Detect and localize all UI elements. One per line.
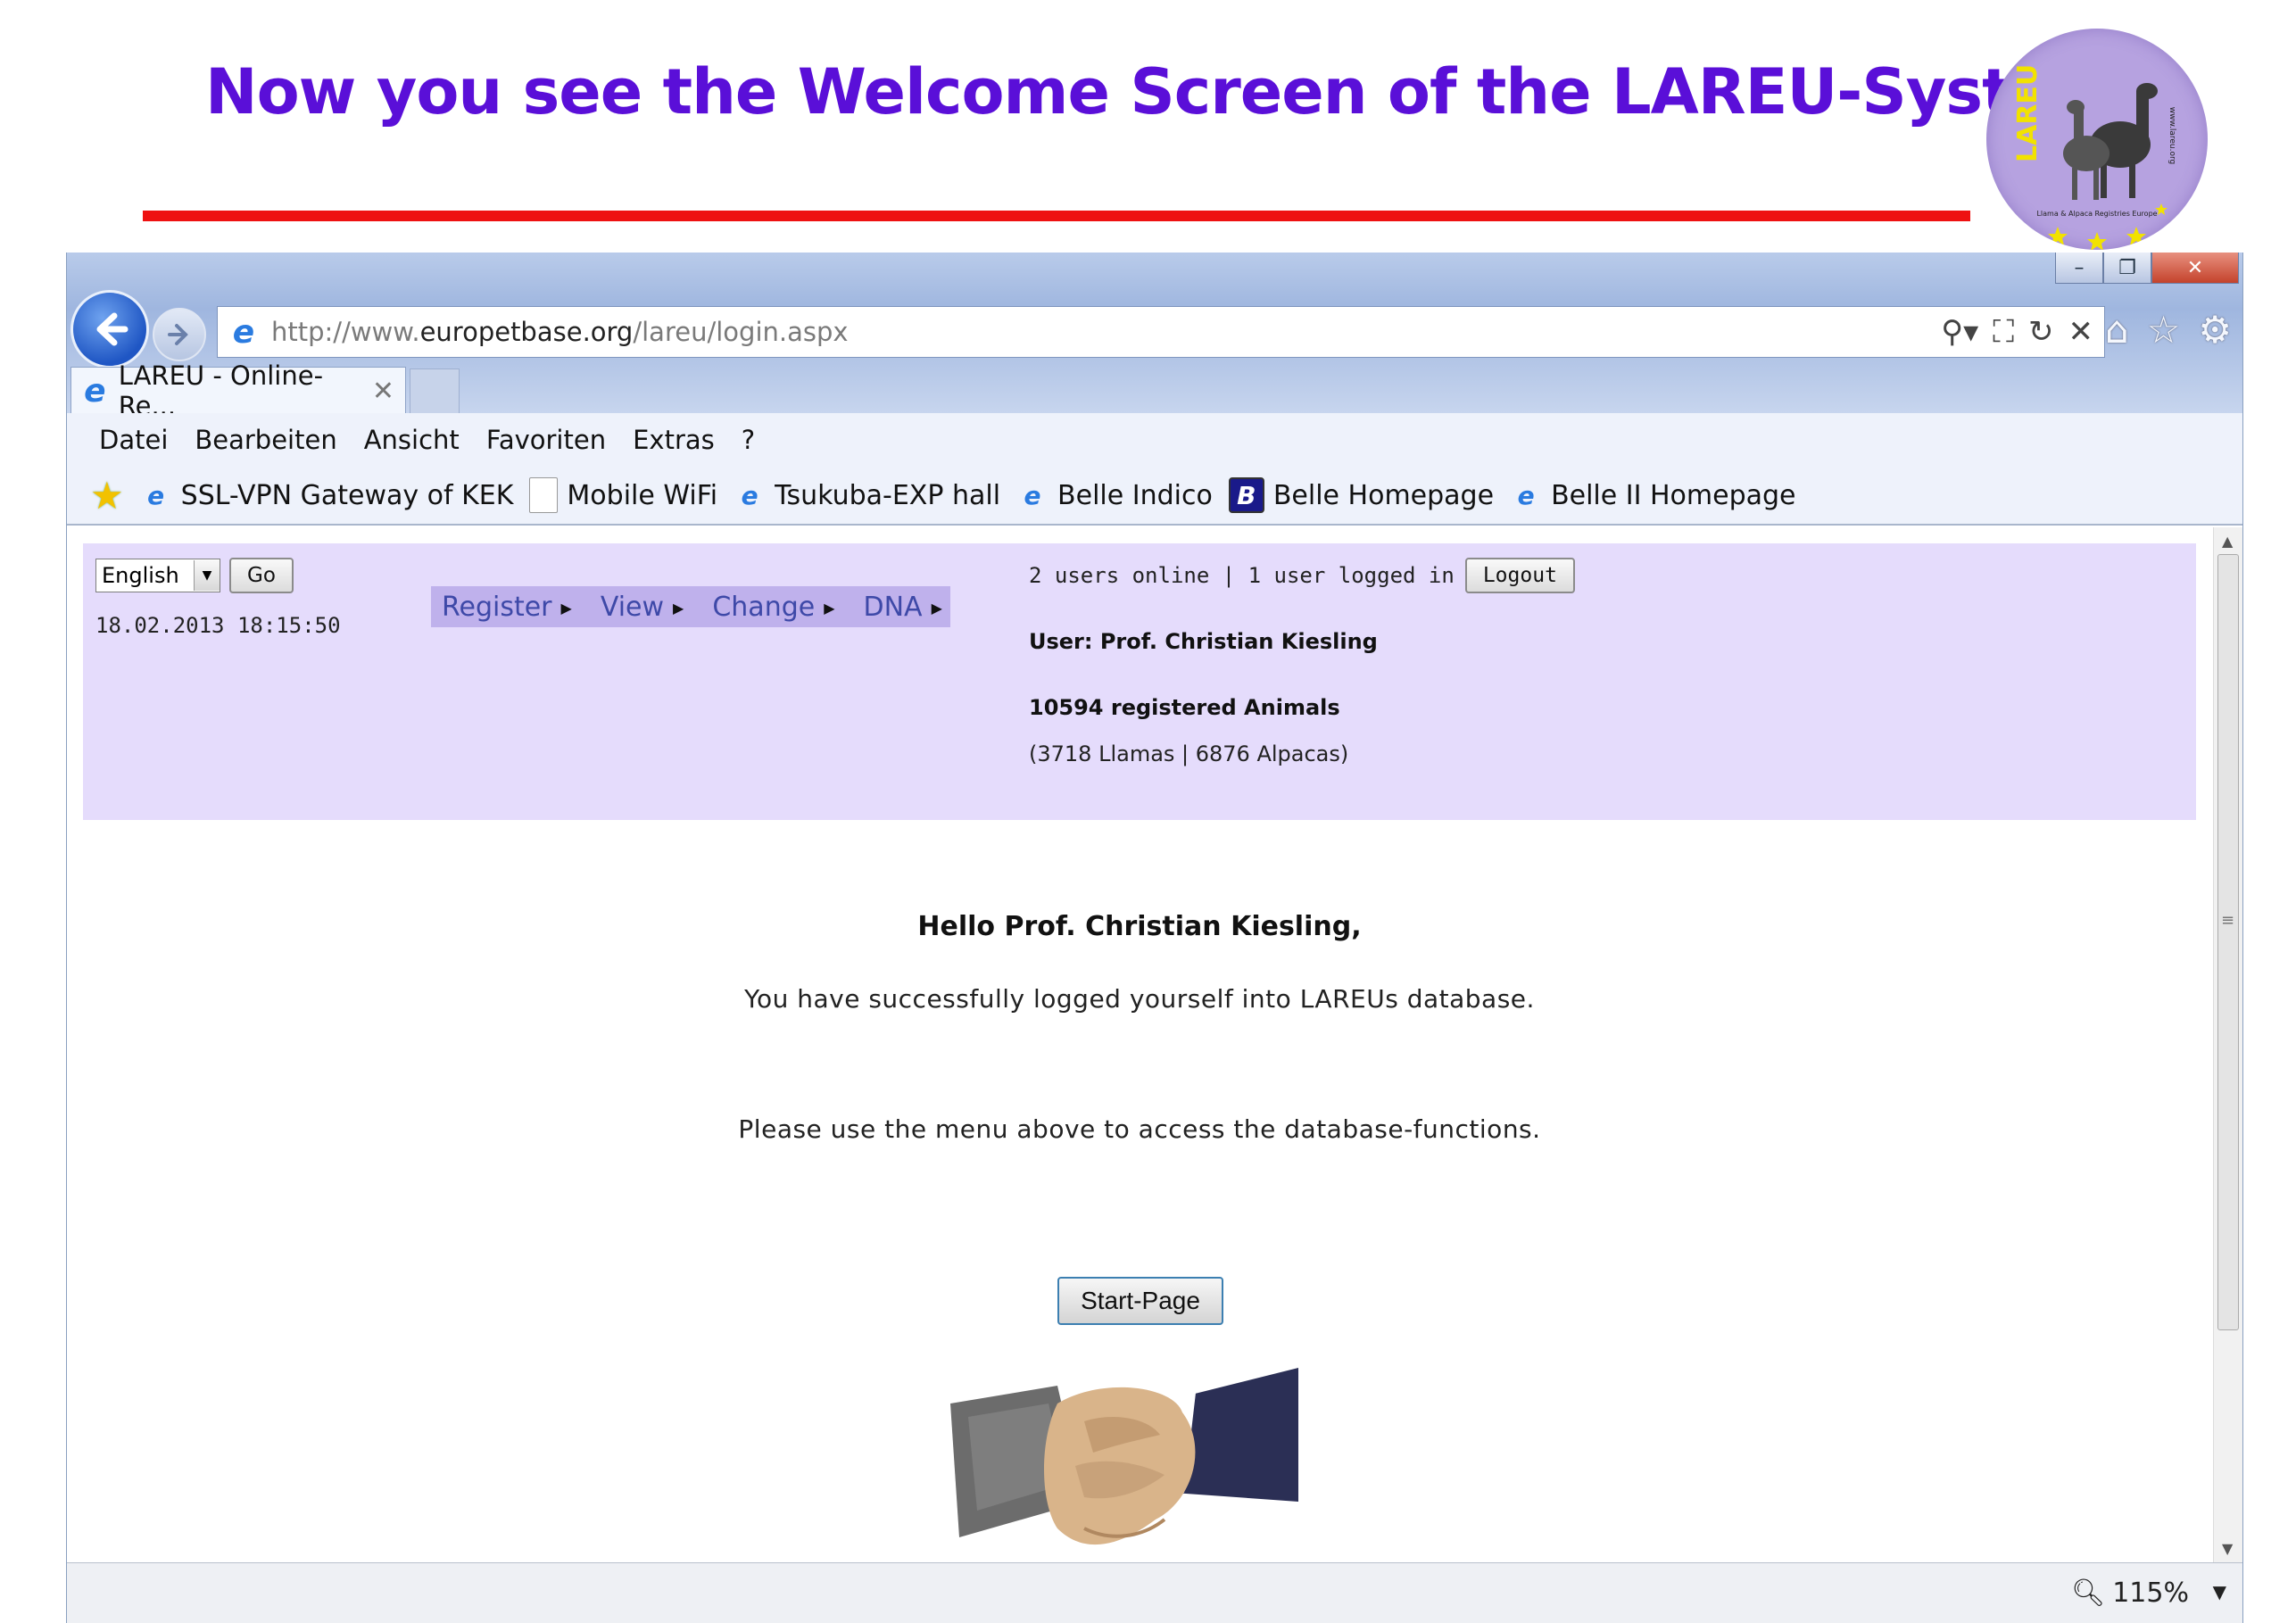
chevron-down-icon: ▼ <box>194 560 220 591</box>
fav-mobile-wifi[interactable]: Mobile WiFi <box>529 477 717 513</box>
zoom-level: 115% <box>2112 1577 2189 1609</box>
settings-gear-icon[interactable]: ⚙ <box>2198 308 2232 352</box>
nav-change[interactable]: Change <box>712 592 834 623</box>
browser-chrome: – ❐ ✕ e http://www.europetbase.org/lareu… <box>67 253 2242 421</box>
title-divider <box>143 211 1970 221</box>
scroll-thumb[interactable] <box>2217 554 2239 1330</box>
add-favorite-star-icon[interactable]: ★ <box>90 474 124 518</box>
logo-text: LAREU <box>2012 64 2043 162</box>
ie-icon: e <box>232 313 255 351</box>
back-arrow-icon[interactable] <box>70 290 149 368</box>
slide-title: Now you see the Welcome Screen of the LA… <box>205 55 2118 128</box>
search-icon[interactable]: ⚲▾ <box>1941 314 1978 350</box>
nav-register[interactable]: Register <box>442 592 572 623</box>
nav-view[interactable]: View <box>601 592 684 623</box>
page-content: English ▼ Go 18.02.2013 18:15:50 Registe… <box>67 527 2212 1555</box>
refresh-icon[interactable]: ↻ <box>2028 314 2054 350</box>
restore-button[interactable]: ❐ <box>2103 253 2151 284</box>
lareu-logo: LAREU Llama & Alpaca Registries Europe w… <box>1986 29 2208 250</box>
menu-extras[interactable]: Extras <box>633 425 715 455</box>
online-status: 2 users online | 1 user logged in <box>1029 563 1455 588</box>
home-icon[interactable]: ⌂ <box>2105 308 2129 352</box>
fav-belle-indico[interactable]: e Belle Indico <box>1016 479 1213 511</box>
ie-icon: e <box>741 480 758 510</box>
ie-icon: e <box>84 372 106 410</box>
tab-title: LAREU - Online-Re... <box>118 360 324 421</box>
zoom-magnifier-icon: 🔍︎ <box>2071 1577 2106 1609</box>
favorites-bar: ★ e SSL-VPN Gateway of KEK Mobile WiFi eT… <box>67 467 2242 526</box>
handshake-image <box>950 1368 1298 1545</box>
go-button[interactable]: Go <box>229 558 294 593</box>
page-icon <box>529 477 559 513</box>
header-panel: English ▼ Go 18.02.2013 18:15:50 Registe… <box>83 543 2196 820</box>
scroll-up-icon[interactable]: ▲ <box>2222 533 2233 550</box>
new-tab-button[interactable] <box>410 368 460 415</box>
close-window-button[interactable]: ✕ <box>2151 253 2239 284</box>
registered-animals: 10594 registered Animals <box>1029 695 1340 720</box>
logo-subtitle: Llama & Alpaca Registries Europe <box>2036 210 2157 218</box>
logo-site: www.lareu.org <box>2168 107 2176 165</box>
menu-help[interactable]: ? <box>742 425 755 455</box>
ie-icon: e <box>1024 480 1041 510</box>
stop-icon[interactable]: ✕ <box>2068 314 2094 350</box>
vertical-scrollbar[interactable]: ▲ ≡ ▼ <box>2213 527 2242 1562</box>
current-user: User: Prof. Christian Kiesling <box>1029 629 1378 654</box>
datetime: 18.02.2013 18:15:50 <box>95 613 341 638</box>
fav-tsukuba[interactable]: e Tsukuba-EXP hall <box>734 479 1000 511</box>
language-select[interactable]: English ▼ <box>95 559 220 592</box>
forward-arrow-icon[interactable] <box>153 308 206 361</box>
chevron-down-icon[interactable]: ▼ <box>2213 1581 2226 1602</box>
logout-button[interactable]: Logout <box>1464 558 1575 593</box>
address-bar[interactable]: e http://www.europetbase.org/lareu/login… <box>217 306 2105 358</box>
animal-breakdown: (3718 Llamas | 6876 Alpacas) <box>1029 741 1349 766</box>
scroll-grip-icon: ≡ <box>2221 911 2235 930</box>
nav-dna[interactable]: DNA <box>864 592 942 623</box>
browser-tab[interactable]: e LAREU - Online-Re... ✕ <box>70 360 406 421</box>
menu-favoriten[interactable]: Favoriten <box>486 425 606 455</box>
menu-bearbeiten[interactable]: Bearbeiten <box>195 425 336 455</box>
menu-ansicht[interactable]: Ansicht <box>364 425 460 455</box>
fav-belle-ii-homepage[interactable]: e Belle II Homepage <box>1510 479 1796 511</box>
fav-ssl-vpn[interactable]: e SSL-VPN Gateway of KEK <box>140 479 513 511</box>
status-bar: 🔍︎ 115% ▼ <box>67 1562 2242 1623</box>
fav-belle-homepage[interactable]: B Belle Homepage <box>1228 477 1494 513</box>
menu-datei[interactable]: Datei <box>99 425 168 455</box>
login-success-message: You have successfully logged yourself in… <box>744 984 1535 1014</box>
window-controls: – ❐ ✕ <box>2055 253 2239 284</box>
menu-bar: Datei Bearbeiten Ansicht Favoriten Extra… <box>67 413 2242 467</box>
url-text[interactable]: http://www.europetbase.org/lareu/login.a… <box>271 317 849 347</box>
ie-icon: e <box>147 480 165 510</box>
belle-icon: B <box>1228 477 1264 513</box>
ie-icon: e <box>1517 480 1535 510</box>
main-nav: Register View Change DNA <box>431 586 950 627</box>
zoom-control[interactable]: 🔍︎ 115% <box>2071 1577 2189 1609</box>
instruction-message: Please use the menu above to access the … <box>738 1114 1541 1144</box>
browser-window: – ❐ ✕ e http://www.europetbase.org/lareu… <box>66 253 2243 1623</box>
tab-close-icon[interactable]: ✕ <box>372 376 394 407</box>
minimize-button[interactable]: – <box>2055 253 2103 284</box>
scroll-down-icon[interactable]: ▼ <box>2222 1540 2233 1557</box>
favorites-star-icon[interactable]: ☆ <box>2147 308 2181 352</box>
compatibility-view-icon[interactable]: ⛶ <box>1993 314 2014 350</box>
greeting: Hello Prof. Christian Kiesling, <box>917 911 1362 942</box>
start-page-button[interactable]: Start-Page <box>1057 1277 1223 1325</box>
